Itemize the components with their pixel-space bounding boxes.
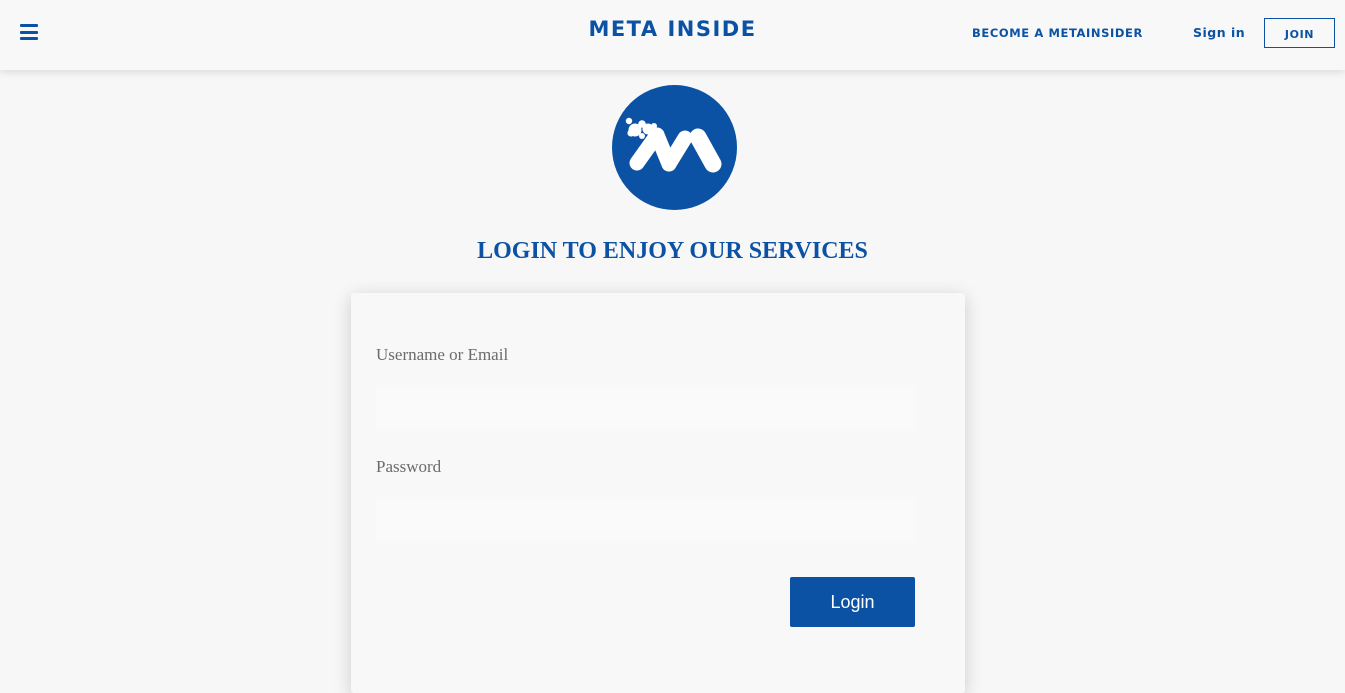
page-heading: LOGIN TO ENJOY OUR SERVICES — [477, 238, 868, 264]
username-label: Username or Email — [376, 345, 509, 364]
hamburger-menu-icon[interactable] — [20, 24, 38, 40]
password-input[interactable] — [376, 497, 916, 543]
become-metainsider-link[interactable]: BECOME A METAINSIDER — [972, 26, 1143, 40]
password-label: Password — [376, 457, 442, 476]
login-button[interactable]: Login — [790, 577, 915, 627]
sign-in-link[interactable]: Sign in — [1193, 25, 1245, 40]
meta-inside-logo — [612, 85, 737, 210]
brand-title[interactable]: META INSIDE — [588, 17, 756, 41]
top-header: META INSIDE BECOME A METAINSIDER Sign in… — [0, 0, 1345, 70]
brand-container: META INSIDE — [0, 17, 1345, 41]
join-button[interactable]: JOIN — [1264, 18, 1335, 48]
login-form-card: Username or Email Password Login — [351, 293, 965, 693]
username-email-input[interactable] — [376, 385, 916, 431]
